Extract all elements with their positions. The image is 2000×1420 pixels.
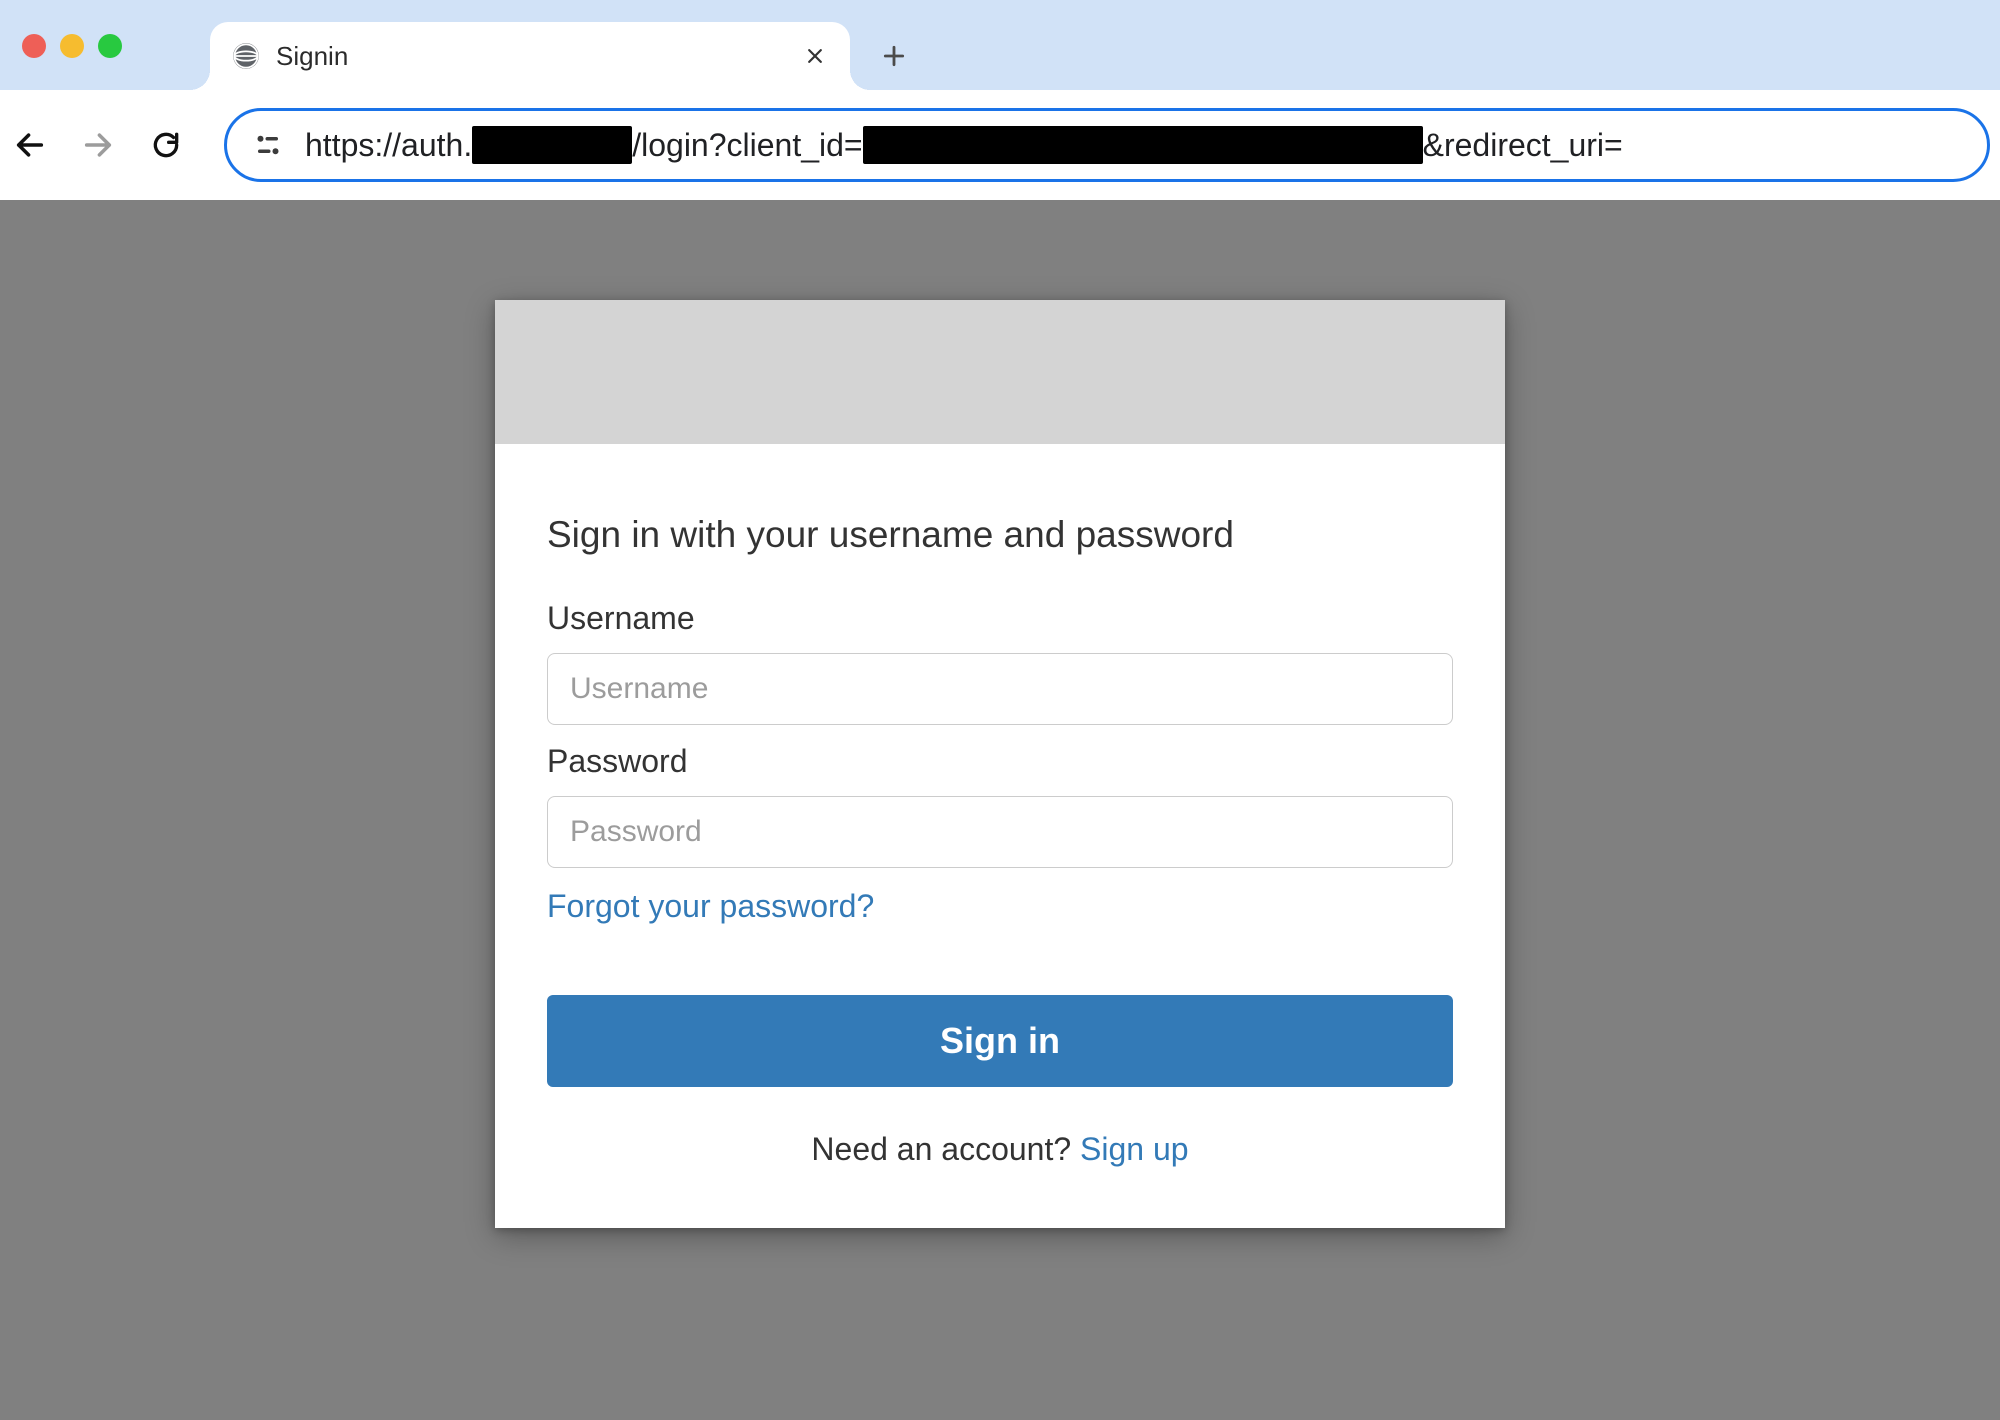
- signup-row: Need an account? Sign up: [547, 1131, 1453, 1168]
- url-segment: &redirect_uri=: [1423, 127, 1623, 164]
- need-account-text: Need an account?: [811, 1131, 1080, 1167]
- redacted-segment: [472, 126, 632, 164]
- minimize-window-icon[interactable]: [60, 34, 84, 58]
- site-settings-icon[interactable]: [253, 130, 283, 160]
- login-card-banner: [495, 300, 1505, 444]
- url-segment: https://auth.: [305, 127, 472, 164]
- redacted-segment: [863, 126, 1423, 164]
- reload-button[interactable]: [136, 115, 196, 175]
- globe-icon: [232, 42, 260, 70]
- new-tab-button[interactable]: [864, 26, 924, 86]
- close-tab-icon[interactable]: [802, 43, 828, 69]
- signin-button[interactable]: Sign in: [547, 995, 1453, 1087]
- close-window-icon[interactable]: [22, 34, 46, 58]
- url-text: https://auth. /login?client_id= &redirect_…: [305, 126, 1623, 164]
- url-segment: /login?client_id=: [632, 127, 862, 164]
- browser-toolbar: https://auth. /login?client_id= &redirect_…: [0, 90, 2000, 200]
- back-button[interactable]: [0, 115, 60, 175]
- maximize-window-icon[interactable]: [98, 34, 122, 58]
- login-heading: Sign in with your username and password: [547, 514, 1453, 556]
- username-label: Username: [547, 600, 1453, 637]
- username-input[interactable]: [547, 653, 1453, 725]
- signup-link[interactable]: Sign up: [1080, 1131, 1189, 1167]
- address-bar[interactable]: https://auth. /login?client_id= &redirect_…: [224, 108, 1990, 182]
- forward-button[interactable]: [68, 115, 128, 175]
- browser-tab-active[interactable]: Signin: [210, 22, 850, 90]
- password-label: Password: [547, 743, 1453, 780]
- window-controls: [22, 34, 122, 58]
- tabs-row: Signin: [210, 0, 924, 90]
- forgot-password-link[interactable]: Forgot your password?: [547, 888, 874, 925]
- page-viewport: Sign in with your username and password …: [0, 200, 2000, 1420]
- tab-title: Signin: [276, 41, 786, 72]
- login-card-body: Sign in with your username and password …: [495, 444, 1505, 1228]
- browser-tab-strip: Signin: [0, 0, 2000, 90]
- password-input[interactable]: [547, 796, 1453, 868]
- login-card: Sign in with your username and password …: [495, 300, 1505, 1228]
